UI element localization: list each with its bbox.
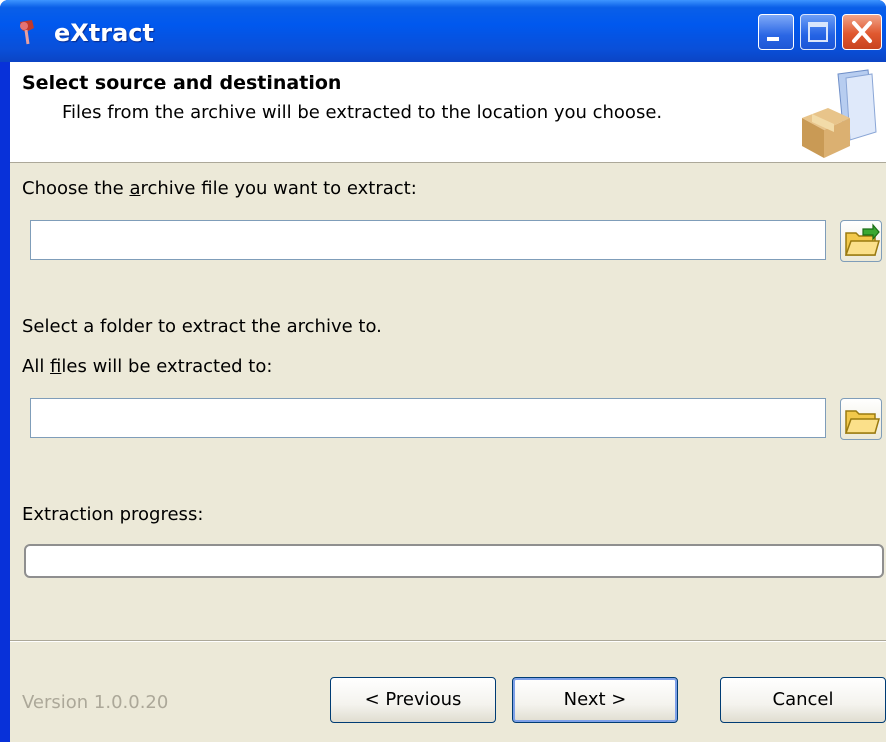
box-folder-icon [802, 69, 877, 158]
close-button[interactable] [842, 14, 882, 50]
browse-archive-button[interactable] [840, 220, 882, 262]
window-title: eXtract [54, 19, 154, 47]
archive-file-label: Choose the archive file you want to extr… [22, 178, 417, 199]
extraction-progress-bar [24, 544, 884, 578]
app-icon [20, 20, 34, 45]
minimize-button[interactable] [758, 14, 794, 50]
browse-folder-button[interactable] [840, 398, 882, 440]
footer-divider [10, 640, 886, 642]
extract-window: eXtract Select source and destination Fi… [0, 0, 886, 742]
progress-label: Extraction progress: [22, 504, 204, 525]
folder-icon [844, 410, 880, 434]
page-title: Select source and destination [22, 72, 342, 94]
page-subtitle: Files from the archive will be extracted… [62, 102, 663, 123]
open-folder-arrow-icon [844, 223, 880, 256]
title-bar[interactable]: eXtract [0, 0, 886, 62]
cancel-button[interactable]: Cancel [720, 677, 886, 723]
destination-intro-text: Select a folder to extract the archive t… [22, 316, 382, 337]
maximize-button[interactable] [800, 14, 836, 50]
wizard-header: Select source and destination Files from… [10, 62, 886, 163]
next-button[interactable]: Next > [512, 677, 678, 723]
version-text: Version 1.0.0.20 [22, 692, 169, 713]
destination-label: All files will be extracted to: [22, 356, 273, 377]
wizard-panel: Select source and destination Files from… [10, 62, 886, 742]
archive-file-input[interactable] [30, 220, 826, 260]
minimize-icon [767, 37, 779, 41]
destination-folder-input[interactable] [30, 398, 826, 438]
close-icon [852, 21, 872, 43]
previous-button[interactable]: < Previous [330, 677, 496, 723]
maximize-icon [808, 22, 828, 42]
